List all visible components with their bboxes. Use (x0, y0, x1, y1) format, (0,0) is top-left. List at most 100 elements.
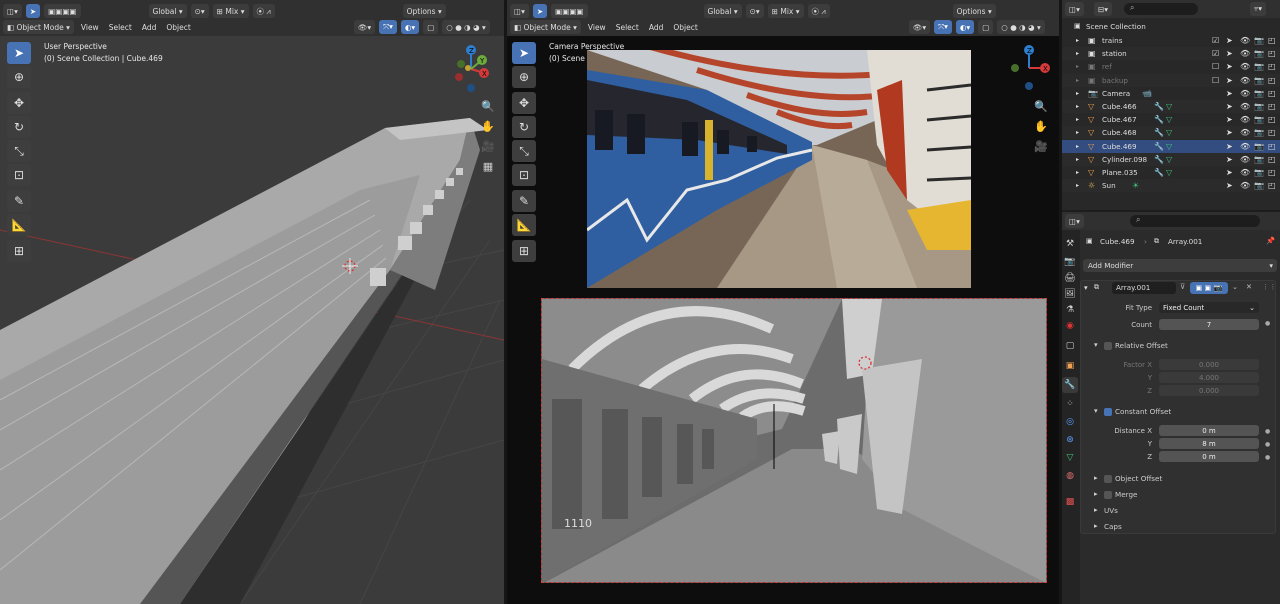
particles-tab-icon[interactable]: ⁘ (1062, 396, 1078, 412)
camera-view-icon[interactable]: 🎥 (478, 136, 498, 156)
eye-icon[interactable]: 👁 (1240, 181, 1250, 190)
pan-hand-icon[interactable]: ✋ (478, 116, 498, 136)
mesh-data-icon[interactable]: ▽ (1166, 168, 1172, 177)
modifier-wrench-icon[interactable]: 🔧 (1154, 128, 1164, 137)
modifier-wrench-icon[interactable]: 🔧 (1154, 115, 1164, 124)
selectable-arrow-icon[interactable]: ➤ (1226, 89, 1233, 98)
render-camera-icon[interactable]: 📷 (1254, 142, 1264, 151)
expand-arrow-icon[interactable]: ▸ (1076, 50, 1079, 57)
move-tool-button[interactable]: ✥ (512, 92, 536, 114)
visibility-dropdown[interactable]: 👁▾ (908, 20, 931, 34)
modifier-wrench-icon[interactable]: 🔧 (1154, 142, 1164, 151)
eye-icon[interactable]: 👁 (1240, 76, 1250, 85)
merge-checkbox[interactable] (1104, 491, 1112, 499)
object-offset-header[interactable]: ▸ Object Offset (1094, 473, 1274, 485)
selectable-arrow-icon[interactable]: ➤ (1226, 115, 1233, 124)
exclude-checkbox-on[interactable]: ☑ (1212, 49, 1219, 58)
editor-type-button[interactable]: ◫▾ (1065, 2, 1084, 16)
factor-x-field[interactable]: 0.000 (1159, 359, 1259, 370)
expand-arrow-icon[interactable]: ▸ (1076, 90, 1079, 97)
selectable-arrow-icon[interactable]: ➤ (1226, 181, 1233, 190)
edit-mode-toggle-icon[interactable]: ⊽ (1180, 282, 1185, 291)
transform-tool-button[interactable]: ⊡ (7, 164, 31, 186)
options-dropdown[interactable]: Options ▾ (402, 4, 446, 18)
holdout-icon[interactable]: ◰ (1268, 49, 1276, 58)
render-camera-icon[interactable]: 📷 (1254, 76, 1264, 85)
holdout-icon[interactable]: ◰ (1268, 76, 1276, 85)
overlay-toggle[interactable]: ◐▾ (400, 20, 420, 34)
outliner-row[interactable]: ▸ ▽ Cube.467 🔧 ▽ ➤ 👁 📷 ◰ (1062, 113, 1280, 127)
expand-arrow-icon[interactable]: ▸ (1076, 37, 1079, 44)
proportional-edit-button[interactable]: ⦿ ⩘ (252, 4, 275, 18)
output-tab-icon[interactable]: 🖨 (1062, 270, 1078, 286)
eye-icon[interactable]: 👁 (1240, 115, 1250, 124)
outliner-row[interactable]: ▸ ▽ Cube.466 🔧 ▽ ➤ 👁 📷 ◰ (1062, 100, 1280, 113)
caps-header[interactable]: ▸ Caps (1094, 521, 1274, 533)
scale-tool-button[interactable]: ⤡ (7, 140, 31, 162)
object-mode-dropdown[interactable]: ◧ Object Mode ▾ (3, 20, 74, 34)
shading-modes[interactable]: ○ ● ◑ ◕ ▾ (997, 20, 1045, 34)
editor-type-button[interactable]: ◫▾ (1065, 214, 1084, 228)
cursor-tool-button[interactable]: ⊕ (512, 66, 536, 88)
constant-offset-header[interactable]: ▾ Constant Offset (1094, 406, 1274, 418)
texture-tab-icon[interactable]: ▩ (1062, 494, 1078, 510)
holdout-icon[interactable]: ◰ (1268, 168, 1276, 177)
select-tool-button[interactable]: ➤ (532, 4, 548, 18)
expand-arrow-icon[interactable]: ▸ (1076, 77, 1079, 84)
move-tool-button[interactable]: ✥ (7, 92, 31, 114)
eye-icon[interactable]: 👁 (1240, 102, 1250, 111)
rotate-tool-button[interactable]: ↻ (7, 116, 31, 138)
render-camera-icon[interactable]: 📷 (1254, 102, 1264, 111)
mesh-data-icon[interactable]: ▽ (1166, 155, 1172, 164)
measure-tool-button[interactable]: 📐 (512, 214, 536, 236)
options-dropdown[interactable]: Options ▾ (952, 4, 996, 18)
selectable-arrow-icon[interactable]: ➤ (1226, 76, 1233, 85)
xray-toggle[interactable]: ▢ (978, 20, 994, 34)
outliner-row[interactable]: ▸ ▽ Cylinder.098 🔧 ▽ ➤ 👁 📷 ◰ (1062, 152, 1280, 166)
selectable-arrow-icon[interactable]: ➤ (1226, 128, 1233, 137)
modifier-name-field[interactable]: Array.001 (1112, 282, 1176, 294)
select-mode-buttons[interactable]: ▣▣▣▣ (44, 4, 81, 18)
object-mode-dropdown[interactable]: ◧ Object Mode ▾ (510, 20, 581, 34)
render-camera-icon[interactable]: 📷 (1254, 49, 1264, 58)
modifier-wrench-icon[interactable]: 🔧 (1154, 168, 1164, 177)
transform-orientation-dropdown[interactable]: Global ▾ (703, 4, 742, 18)
eye-icon[interactable]: 👁 (1240, 89, 1250, 98)
eye-icon[interactable]: 👁 (1240, 142, 1250, 151)
eye-icon[interactable]: 👁 (1240, 36, 1250, 45)
scene-tab-icon[interactable]: ⚗ (1062, 302, 1078, 318)
expand-arrow-icon[interactable]: ▸ (1076, 63, 1079, 70)
zoom-icon[interactable]: 🔍 (478, 96, 498, 116)
outliner-row[interactable]: ▸ ▣ trains ☑ ➤ 👁 📷 ◰ (1062, 34, 1280, 47)
eye-icon[interactable]: 👁 (1240, 49, 1250, 58)
keyframe-dot-icon[interactable]: ● (1265, 320, 1270, 327)
outliner-row[interactable]: ▸ ☼ Sun ☀ ➤ 👁 📷 ◰ (1062, 179, 1280, 193)
camera-view-icon[interactable]: 🎥 (1031, 136, 1051, 156)
modifier-wrench-icon[interactable]: 🔧 (1154, 155, 1164, 164)
expand-arrow-icon[interactable]: ▸ (1076, 143, 1079, 150)
light-data-icon[interactable]: ☀ (1132, 181, 1139, 190)
measure-tool-button[interactable]: 📐 (7, 214, 31, 236)
holdout-icon[interactable]: ◰ (1268, 102, 1276, 111)
fit-type-dropdown[interactable]: Fixed Count ⌄ (1159, 302, 1259, 313)
menu-add[interactable]: Add (139, 23, 160, 32)
render-camera-icon[interactable]: 📷 (1254, 181, 1264, 190)
expand-arrow-icon[interactable]: ▸ (1076, 103, 1079, 110)
pan-hand-icon[interactable]: ✋ (1031, 116, 1051, 136)
outliner-row[interactable]: ▸ 📷 Camera 📹 ➤ 👁 📷 ◰ (1062, 86, 1280, 100)
menu-object[interactable]: Object (163, 23, 193, 32)
transform-tool-button[interactable]: ⊡ (512, 164, 536, 186)
properties-search-field[interactable]: ⌕ (1130, 215, 1260, 227)
editor-type-button[interactable]: ◫▾ (3, 4, 22, 18)
render-tab-icon[interactable]: 📷 (1062, 254, 1078, 270)
holdout-icon[interactable]: ◰ (1268, 142, 1276, 151)
holdout-icon[interactable]: ◰ (1268, 128, 1276, 137)
uvs-header[interactable]: ▸ UVs (1094, 505, 1274, 517)
gizmo-toggle[interactable]: ⤧▾ (379, 20, 397, 34)
expand-arrow-icon[interactable]: ▸ (1076, 116, 1079, 123)
keyframe-dot-icon[interactable]: ● (1265, 428, 1270, 435)
factor-y-field[interactable]: 4.000 (1159, 372, 1259, 383)
xray-toggle[interactable]: ▢ (423, 20, 439, 34)
render-camera-icon[interactable]: 📷 (1254, 155, 1264, 164)
exclude-checkbox-on[interactable]: ☑ (1212, 36, 1219, 45)
